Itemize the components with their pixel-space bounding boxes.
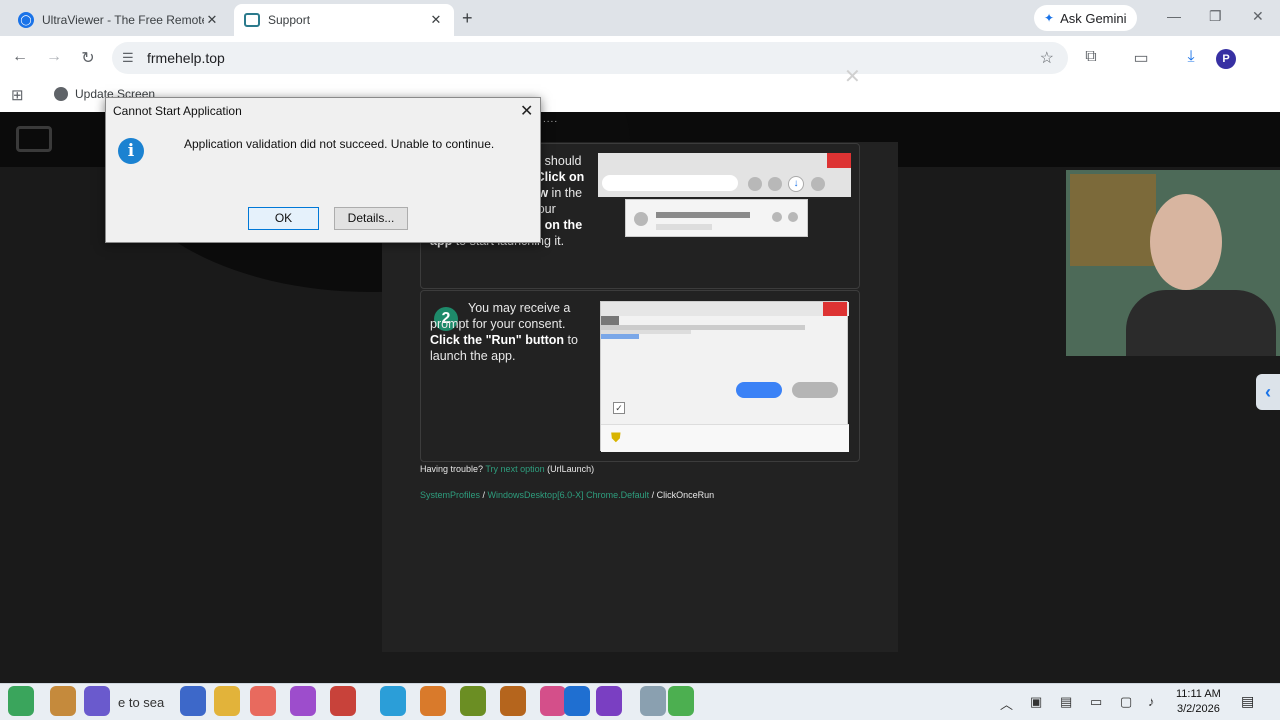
close-panel-icon[interactable]: ✕	[844, 64, 861, 89]
minimize-icon[interactable]: —	[1167, 8, 1181, 24]
close-window-icon[interactable]: ✕	[1252, 8, 1264, 25]
start-icon[interactable]	[8, 686, 34, 716]
shield-icon: ⛊	[611, 430, 621, 445]
bookmark-star-icon[interactable]: ☆	[1040, 48, 1054, 68]
sticker-icon	[460, 686, 486, 716]
sticker-icon	[84, 686, 110, 716]
ok-button[interactable]: OK	[248, 207, 319, 230]
sticker-icon	[380, 686, 406, 716]
download-icon[interactable]: ⤓	[1181, 48, 1201, 66]
site-logo-icon	[16, 126, 52, 152]
back-arrow-icon[interactable]: ←	[10, 48, 30, 66]
site-settings-icon[interactable]: ☰	[122, 50, 134, 66]
chevron-left-icon[interactable]: ‹	[1256, 374, 1280, 410]
sticker-icon	[668, 686, 694, 716]
dots-text: ....	[543, 114, 559, 125]
url-text: frmehelp.top	[147, 50, 225, 66]
webcam-person-shirt	[1126, 290, 1276, 356]
crumb-link[interactable]: SystemProfiles	[420, 490, 480, 500]
ask-gemini-button[interactable]: ✦ Ask Gemini	[1034, 5, 1137, 31]
plus-icon[interactable]: +	[462, 8, 473, 29]
webcam-poster	[1070, 174, 1156, 266]
run-prompt-illustration: ✓ ⛊	[600, 301, 849, 452]
close-icon[interactable]: ✕	[520, 101, 533, 121]
support-favicon-icon	[244, 13, 260, 27]
edge-browser-icon[interactable]	[564, 686, 590, 716]
tab-title: Support	[268, 13, 311, 27]
sticker-icon	[596, 686, 622, 716]
taskbar: e to sea ︿ ▣ ▤ ▭ ▢ ♪ 11:11 AM 3/2/2026 ▤	[0, 683, 1280, 720]
webcam-person-head	[1150, 194, 1222, 290]
error-dialog: Cannot Start Application ✕ i Application…	[105, 97, 541, 243]
download-arrow-icon: ↓	[788, 176, 804, 192]
forward-arrow-icon[interactable]: →	[44, 48, 64, 66]
sticker-overlay-strip	[0, 668, 700, 720]
sticker-icon	[250, 686, 276, 716]
profile-avatar[interactable]: P	[1216, 49, 1236, 69]
gemini-sparkle-icon: ✦	[1044, 11, 1055, 25]
clock-date: 3/2/2026	[1177, 703, 1220, 715]
sticker-icon	[50, 686, 76, 716]
profile-breadcrumb: SystemProfiles / WindowsDesktop[6.0-X] C…	[420, 490, 715, 500]
ultraviewer-favicon-icon: ◯	[18, 12, 34, 28]
network-icon[interactable]: ▢	[1120, 694, 1132, 710]
step-2-card: 2 You may receive a prompt for your cons…	[420, 290, 860, 462]
tab-support[interactable]: Support ✕	[234, 4, 454, 36]
address-bar[interactable]: ☰ frmehelp.top ☆	[112, 42, 1068, 74]
tab-title: UltraViewer - The Free Remote	[42, 13, 204, 27]
battery-icon[interactable]: ▭	[1090, 694, 1102, 710]
apps-grid-icon[interactable]: ⊞	[11, 86, 24, 104]
tray-app-icon[interactable]: ▣	[1030, 694, 1042, 710]
sticker-icon	[500, 686, 526, 716]
sticker-icon	[540, 686, 566, 716]
trouble-line: Having trouble? Try next option (UrlLaun…	[420, 464, 595, 474]
checkbox-illustration: ✓	[613, 402, 625, 414]
run-button-illustration	[736, 382, 782, 398]
clock-time: 11:11 AM	[1176, 688, 1221, 700]
crumb-current: ClickOnceRun	[656, 490, 715, 500]
restore-icon[interactable]: ❐	[1209, 8, 1222, 25]
dialog-message: Application validation did not succeed. …	[184, 137, 495, 151]
sticker-icon	[640, 686, 666, 716]
notification-icon[interactable]: ▤	[1241, 693, 1254, 710]
extensions-icon[interactable]: ⧉	[1081, 48, 1101, 66]
details-button[interactable]: Details...	[334, 207, 408, 230]
close-tab-icon[interactable]: ✕	[204, 12, 220, 28]
sticker-icon	[290, 686, 316, 716]
taskbar-search[interactable]: e to sea	[118, 695, 164, 710]
sticker-icon	[214, 686, 240, 716]
dialog-title: Cannot Start Application	[113, 104, 242, 118]
tab-strip: ◯ UltraViewer - The Free Remote ✕ Suppor…	[0, 0, 1280, 36]
step-text: You may receive a prompt for your consen…	[430, 301, 578, 363]
sticker-icon	[420, 686, 446, 716]
reload-icon[interactable]: ↻	[78, 48, 98, 68]
browser-download-illustration: ↓	[598, 153, 851, 239]
cast-icon[interactable]: ▭	[1131, 48, 1151, 68]
sticker-icon	[180, 686, 206, 716]
globe-icon	[54, 87, 68, 101]
tab-ultraviewer[interactable]: ◯ UltraViewer - The Free Remote ✕	[8, 4, 230, 36]
speaker-icon[interactable]: ♪	[1148, 694, 1155, 709]
clock[interactable]: 11:11 AM 3/2/2026	[1176, 687, 1221, 717]
try-next-option-link[interactable]: Try next option	[485, 464, 544, 474]
chevron-up-icon[interactable]: ︿	[1000, 694, 1013, 713]
browser-toolbar: ← → ↻ ☰ frmehelp.top ☆ ⧉ ▭ ⤓	[0, 36, 1280, 80]
tray-app-icon[interactable]: ▤	[1060, 694, 1072, 710]
close-tab-icon[interactable]: ✕	[428, 12, 444, 28]
info-icon: i	[118, 138, 144, 164]
sticker-icon	[330, 686, 356, 716]
crumb-link[interactable]: WindowsDesktop[6.0-X] Chrome.Default	[488, 490, 650, 500]
webcam-overlay	[1066, 170, 1280, 356]
gemini-label: Ask Gemini	[1060, 10, 1127, 26]
